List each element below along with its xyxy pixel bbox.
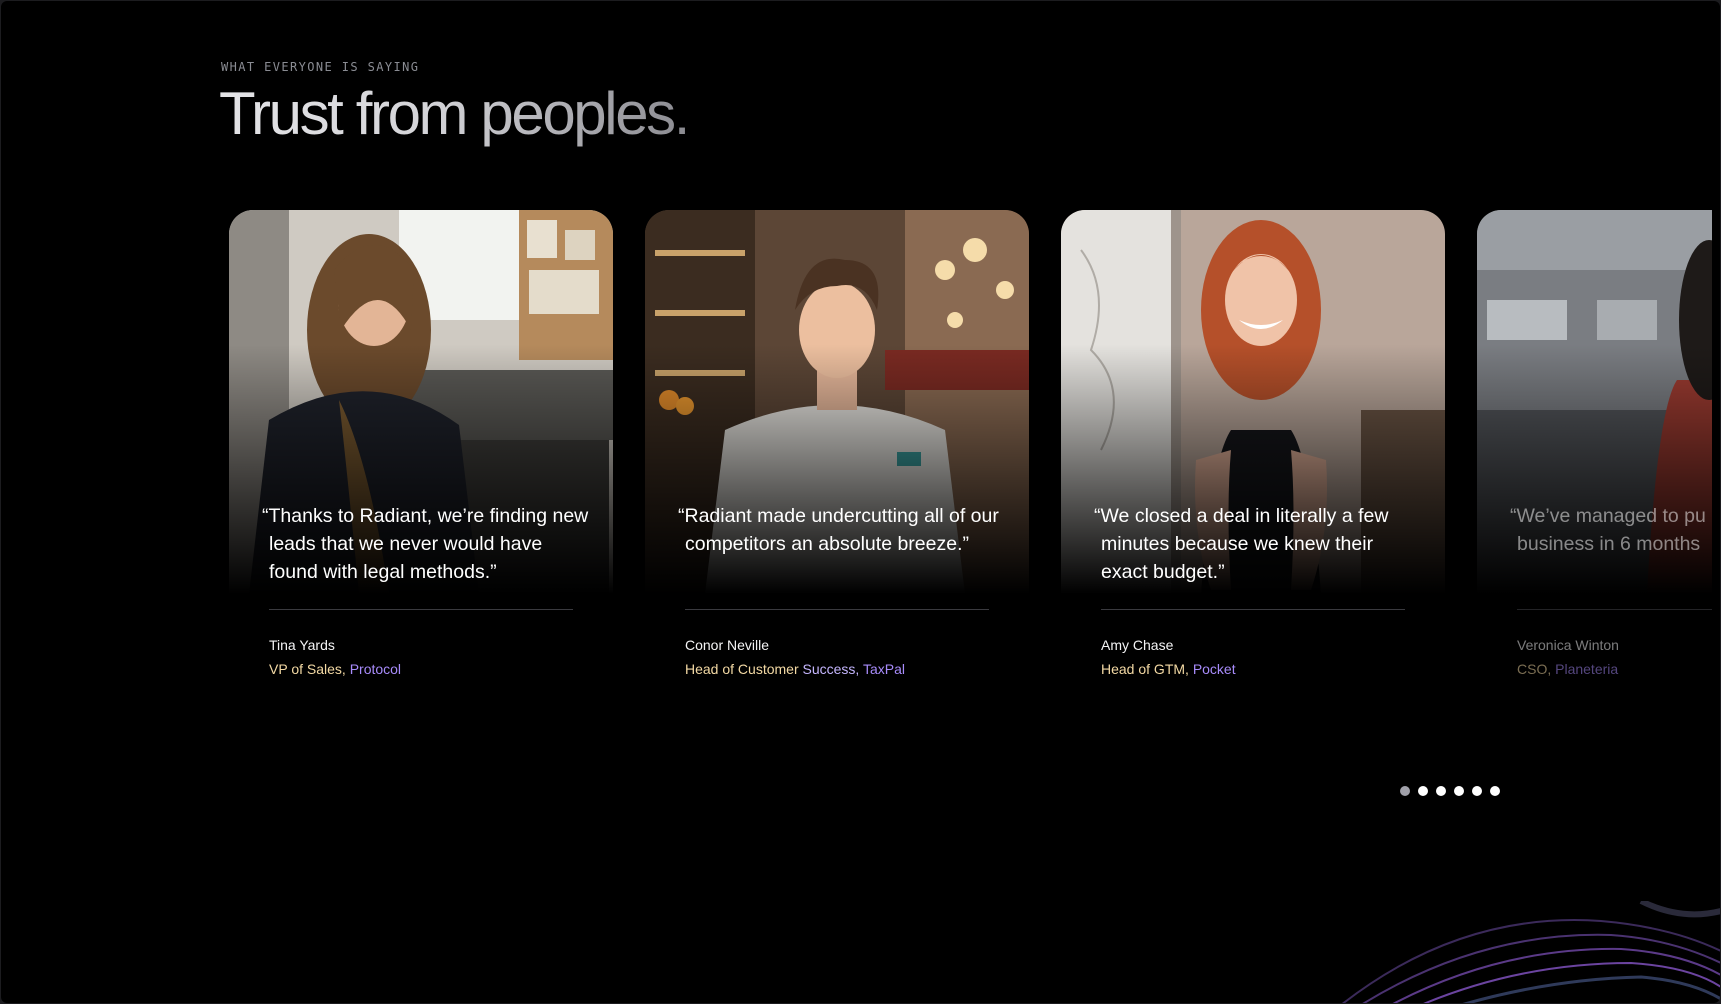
testimonial-role: Head of GTM, Pocket [1101, 661, 1236, 677]
testimonial-card[interactable]: “Thanks to Radiant, we’re finding new le… [229, 210, 613, 690]
section-title: Trust from peoples. [219, 80, 690, 147]
testimonials-section: WHAT EVERYONE IS SAYING Trust from peopl… [1, 1, 1720, 1003]
card-divider [269, 609, 573, 610]
testimonial-quote: “Thanks to Radiant, we’re finding new le… [262, 505, 589, 583]
section-eyebrow: WHAT EVERYONE IS SAYING [221, 60, 420, 74]
testimonial-card[interactable]: “We’ve managed to pu our main competitor… [1477, 210, 1712, 690]
card-divider [1101, 609, 1405, 610]
testimonial-name: Amy Chase [1101, 637, 1174, 653]
testimonial-quote: “Radiant made undercutting all of our co… [678, 505, 999, 555]
testimonial-quote: “We’ve managed to pu our main competitor… [1510, 505, 1712, 555]
decorative-swirl-graphic [1341, 901, 1720, 1003]
company-name: TaxPal [862, 661, 905, 677]
pagination-dot[interactable] [1436, 786, 1446, 796]
company-name: Planeteria [1555, 661, 1619, 677]
card-divider [1517, 609, 1712, 610]
pagination-dot[interactable] [1490, 786, 1500, 796]
carousel-pagination [1400, 786, 1500, 796]
testimonial-card[interactable]: “Radiant made undercutting all of our co… [645, 210, 1029, 690]
testimonial-card[interactable]: “We closed a deal in literally a few min… [1061, 210, 1445, 690]
testimonial-role: VP of Sales, Protocol [269, 661, 402, 677]
pagination-dot[interactable] [1418, 786, 1428, 796]
testimonial-name: Conor Neville [685, 637, 770, 653]
company-name: Protocol [349, 661, 402, 677]
testimonial-quote: “We closed a deal in literally a few min… [1094, 505, 1389, 583]
company-name: Pocket [1192, 661, 1236, 677]
pagination-dot[interactable] [1400, 786, 1410, 796]
card-divider [685, 609, 989, 610]
pagination-dot[interactable] [1454, 786, 1464, 796]
pagination-dot[interactable] [1472, 786, 1482, 796]
testimonial-role: CSO, Planeteria [1517, 661, 1619, 677]
testimonial-name: Veronica Winton [1517, 637, 1619, 653]
testimonial-name: Tina Yards [269, 637, 335, 653]
testimonial-role: Head of Customer Success, TaxPal [685, 661, 905, 677]
testimonial-carousel[interactable]: “Thanks to Radiant, we’re finding new le… [229, 210, 1712, 710]
